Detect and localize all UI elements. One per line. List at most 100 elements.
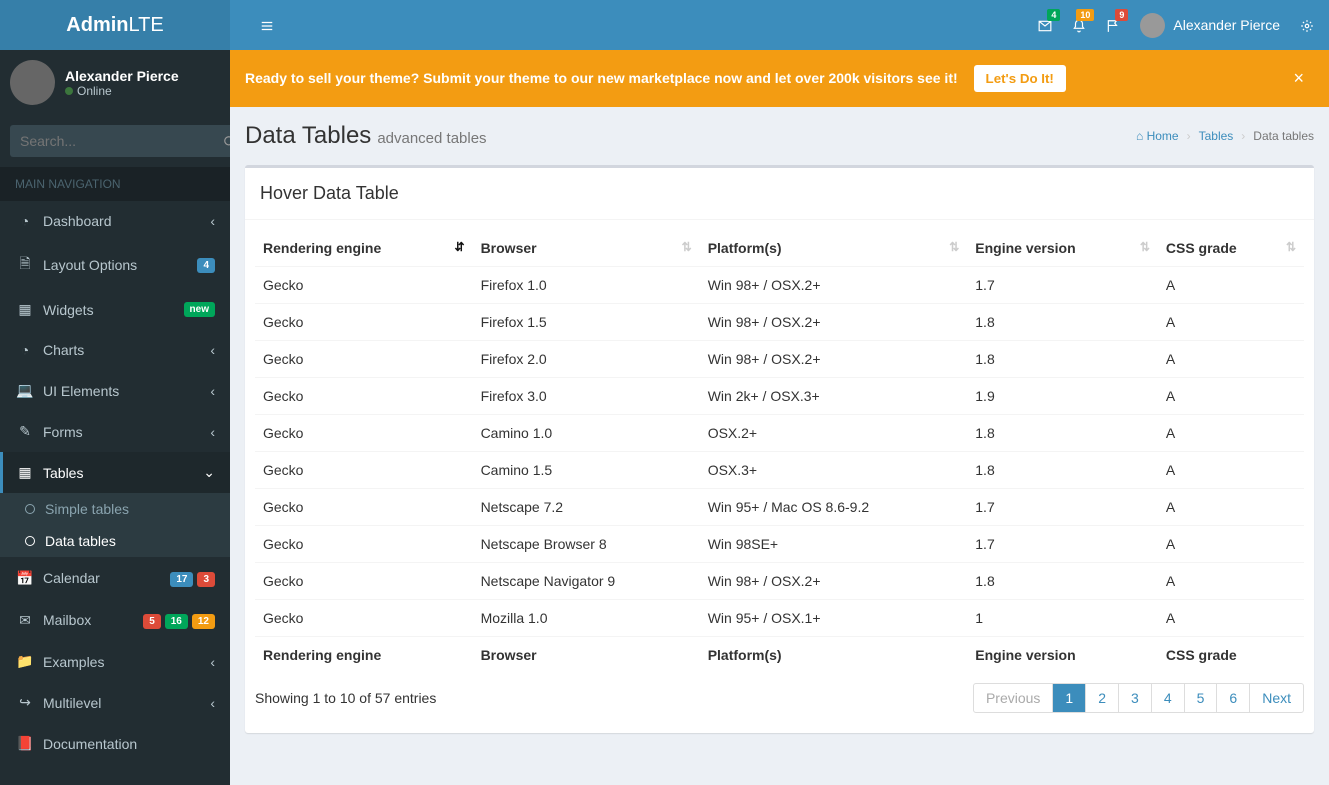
chevron-left-icon: ‹ [210, 424, 215, 440]
breadcrumb-active: Data tables [1253, 129, 1314, 143]
chevron-down-icon: ⌄ [203, 464, 215, 481]
table-row[interactable]: GeckoCamino 1.0OSX.2+1.8A [255, 415, 1304, 452]
table-cell: A [1158, 526, 1304, 563]
table-cell: 1.8 [967, 563, 1158, 600]
page-6[interactable]: 6 [1217, 684, 1250, 712]
sidebar-toggle-button[interactable] [245, 2, 289, 48]
sidebar-item-examples[interactable]: 📁Examples‹ [0, 641, 230, 682]
table-row[interactable]: GeckoCamino 1.5OSX.3+1.8A [255, 452, 1304, 489]
table-cell: Firefox 1.5 [473, 304, 700, 341]
page-4[interactable]: 4 [1152, 684, 1185, 712]
main-sidebar: Alexander Pierce Online MAIN NAVIGATION … [0, 50, 230, 785]
table-row[interactable]: GeckoNetscape Navigator 9Win 98+ / OSX.2… [255, 563, 1304, 600]
table-cell: 1.9 [967, 378, 1158, 415]
page-title: Data Tablesadvanced tables [245, 122, 487, 150]
sidebar-item-dashboard[interactable]: ◔Dashboard‹ [0, 201, 230, 241]
chevron-left-icon: ‹ [210, 342, 215, 358]
table-cell: Firefox 1.0 [473, 267, 700, 304]
content-wrapper: Ready to sell your theme? Submit your th… [230, 50, 1329, 785]
search-button[interactable] [211, 125, 230, 157]
alert-bar: Ready to sell your theme? Submit your th… [230, 50, 1329, 107]
table-cell: Gecko [255, 415, 473, 452]
sidebar-item-calendar[interactable]: 📅Calendar173 [0, 557, 230, 599]
avatar [1140, 13, 1165, 38]
sidebar-item-widgets[interactable]: ▦Widgetsnew [0, 289, 230, 330]
avatar [10, 60, 55, 105]
breadcrumb-home[interactable]: ⌂ Home [1136, 129, 1179, 143]
user-status[interactable]: Online [65, 84, 179, 98]
table-row[interactable]: GeckoFirefox 3.0Win 2k+ / OSX.3+1.9A [255, 378, 1304, 415]
share-icon: ↪ [15, 694, 35, 711]
sidebar-item-documentation[interactable]: 📕Documentation [0, 723, 230, 764]
table-cell: Firefox 3.0 [473, 378, 700, 415]
gears-icon [1300, 19, 1314, 33]
sidebar-item-simple-tables[interactable]: Simple tables [0, 493, 230, 525]
table-footer-row: Rendering engineBrowserPlatform(s)Engine… [255, 637, 1304, 674]
laptop-icon: 💻 [15, 382, 35, 399]
table-cell: 1.8 [967, 415, 1158, 452]
sort-icon: ⇅ [682, 240, 692, 254]
sidebar-item-charts[interactable]: ◔Charts‹ [0, 330, 230, 370]
table-cell: Firefox 2.0 [473, 341, 700, 378]
table-cell: Gecko [255, 452, 473, 489]
messages-menu[interactable]: 4 [1038, 17, 1052, 33]
search-input[interactable] [10, 125, 211, 157]
table-cell: A [1158, 378, 1304, 415]
page-2[interactable]: 2 [1086, 684, 1119, 712]
user-menu[interactable]: Alexander Pierce [1140, 13, 1280, 38]
table-cell: Win 98SE+ [700, 526, 968, 563]
column-header[interactable]: Platform(s)⇅ [700, 230, 968, 267]
table-cell: 1.8 [967, 452, 1158, 489]
column-header[interactable]: Rendering engine⇵ [255, 230, 473, 267]
tasks-badge: 9 [1115, 9, 1128, 21]
page-1[interactable]: 1 [1053, 684, 1086, 712]
table-cell: A [1158, 304, 1304, 341]
page-3[interactable]: 3 [1119, 684, 1152, 712]
sidebar-item-data-tables[interactable]: Data tables [0, 525, 230, 557]
user-panel: Alexander Pierce Online [0, 50, 230, 115]
page-next[interactable]: Next [1250, 684, 1303, 712]
column-footer: Rendering engine [255, 637, 473, 674]
table-cell: Netscape 7.2 [473, 489, 700, 526]
sidebar-item-forms[interactable]: ✎Forms‹ [0, 411, 230, 452]
sidebar-item-mailbox[interactable]: ✉Mailbox51612 [0, 599, 230, 641]
chevron-left-icon: ‹ [210, 213, 215, 229]
table-cell: A [1158, 600, 1304, 637]
table-row[interactable]: GeckoFirefox 2.0Win 98+ / OSX.2+1.8A [255, 341, 1304, 378]
table-body: GeckoFirefox 1.0Win 98+ / OSX.2+1.7AGeck… [255, 267, 1304, 637]
box-body: Rendering engine⇵Browser⇅Platform(s)⇅Eng… [245, 220, 1314, 733]
table-row[interactable]: GeckoFirefox 1.0Win 98+ / OSX.2+1.7A [255, 267, 1304, 304]
table-row[interactable]: GeckoFirefox 1.5Win 98+ / OSX.2+1.8A [255, 304, 1304, 341]
table-cell: Gecko [255, 563, 473, 600]
table-row[interactable]: GeckoNetscape Browser 8Win 98SE+1.7A [255, 526, 1304, 563]
sidebar-item-layout[interactable]: 🗎Layout Options4 [0, 241, 230, 289]
alert-cta-button[interactable]: Let's Do It! [974, 65, 1066, 92]
table-row[interactable]: GeckoMozilla 1.0Win 95+ / OSX.1+1A [255, 600, 1304, 637]
folder-icon: 📁 [15, 653, 35, 670]
table-cell: Gecko [255, 304, 473, 341]
tasks-menu[interactable]: 9 [1106, 17, 1120, 33]
breadcrumb-tables[interactable]: Tables [1199, 129, 1234, 143]
column-header[interactable]: Engine version⇅ [967, 230, 1158, 267]
table-cell: 1.8 [967, 341, 1158, 378]
table-cell: Mozilla 1.0 [473, 600, 700, 637]
home-icon: ⌂ [1136, 129, 1143, 143]
widgets-badge: new [184, 302, 215, 317]
column-header[interactable]: Browser⇅ [473, 230, 700, 267]
box-header: Hover Data Table [245, 168, 1314, 220]
column-header[interactable]: CSS grade⇅ [1158, 230, 1304, 267]
notifications-menu[interactable]: 10 [1072, 17, 1086, 33]
circle-icon [25, 536, 35, 546]
table-row[interactable]: GeckoNetscape 7.2Win 95+ / Mac OS 8.6-9.… [255, 489, 1304, 526]
control-sidebar-toggle[interactable] [1300, 17, 1314, 33]
envelope-icon: ✉ [15, 612, 35, 629]
page-5[interactable]: 5 [1185, 684, 1218, 712]
sidebar-item-tables[interactable]: ▦Tables⌄ [0, 452, 230, 493]
logo[interactable]: AdminLTE [0, 0, 230, 50]
alert-close-button[interactable]: × [1283, 68, 1314, 89]
sidebar-item-multilevel[interactable]: ↪Multilevel‹ [0, 682, 230, 723]
th-icon: ▦ [15, 301, 35, 318]
table-cell: Gecko [255, 526, 473, 563]
pagination: Previous123456Next [973, 683, 1304, 713]
sidebar-item-ui[interactable]: 💻UI Elements‹ [0, 370, 230, 411]
